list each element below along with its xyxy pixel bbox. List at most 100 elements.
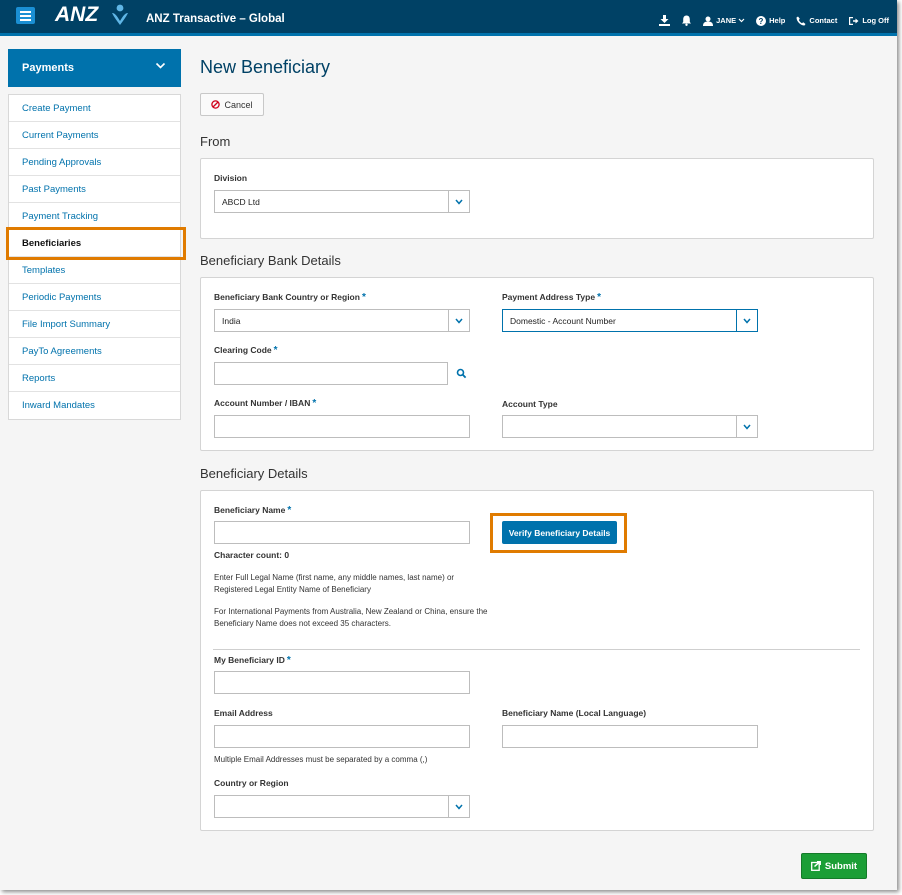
- beneficiary-name-help: Enter Full Legal Name (first name, any m…: [214, 573, 455, 594]
- bank-country-value: India: [222, 316, 241, 326]
- address-type-label-text: Payment Address Type: [502, 292, 596, 302]
- chevron-down-icon: [743, 318, 751, 324]
- account-number-label-text: Account Number / IBAN: [214, 398, 311, 408]
- help-label: Help: [769, 16, 786, 25]
- dropdown-button[interactable]: [448, 191, 469, 212]
- chevron-down-icon: [455, 318, 463, 324]
- chevron-down-icon: [738, 18, 745, 23]
- address-type-select[interactable]: Domestic - Account Number: [502, 309, 758, 332]
- email-input[interactable]: [214, 725, 470, 748]
- section-title-from: From: [200, 134, 231, 149]
- help-icon: ?: [756, 15, 767, 26]
- division-value: ABCD Ltd: [222, 197, 260, 207]
- dropdown-button[interactable]: [736, 416, 757, 437]
- phone-icon: [796, 16, 806, 25]
- page-title: New Beneficiary: [200, 57, 331, 77]
- sidebar-item-reports[interactable]: Reports: [9, 365, 180, 392]
- beneficiary-name-input[interactable]: [214, 521, 470, 544]
- anz-logo: ANZ: [55, 3, 99, 26]
- top-bar: ANZ ANZ Transactive – Global JANE ? Help…: [0, 0, 897, 36]
- user-menu[interactable]: JANE: [703, 16, 745, 26]
- beneficiary-name-label: Beneficiary Name *: [214, 505, 291, 516]
- contact-link[interactable]: Contact: [796, 16, 837, 26]
- download-icon: [659, 15, 671, 26]
- account-number-input[interactable]: [214, 415, 470, 438]
- logoff-link[interactable]: Log Off: [848, 16, 889, 26]
- required-marker: *: [286, 655, 291, 666]
- local-name-label: Beneficiary Name (Local Language): [502, 708, 647, 718]
- sidebar-item-past-payments[interactable]: Past Payments: [9, 176, 180, 203]
- highlight-box-verify: [490, 513, 627, 553]
- account-type-label: Account Type: [502, 399, 558, 409]
- bank-country-label: Beneficiary Bank Country or Region *: [214, 292, 366, 303]
- logout-icon: [849, 16, 859, 25]
- email-label: Email Address: [214, 708, 273, 718]
- my-beneficiary-id-label: My Beneficiary ID *: [214, 655, 291, 666]
- section-title-bank: Beneficiary Bank Details: [200, 253, 341, 268]
- account-number-label: Account Number / IBAN *: [214, 398, 316, 409]
- clearing-code-input[interactable]: [214, 362, 448, 385]
- submit-icon: [810, 861, 821, 871]
- required-marker: *: [361, 292, 366, 303]
- download-button[interactable]: [659, 15, 671, 26]
- bank-country-label-text: Beneficiary Bank Country or Region: [214, 292, 360, 302]
- sidebar-item-inward-mandates[interactable]: Inward Mandates: [9, 392, 180, 419]
- chevron-down-icon: [743, 424, 751, 430]
- email-help: Multiple Email Addresses must be separat…: [214, 755, 428, 764]
- bank-country-select[interactable]: India: [214, 309, 470, 332]
- sidebar-section-label: Payments: [22, 62, 74, 74]
- sidebar-item-payto-agreements[interactable]: PayTo Agreements: [9, 338, 180, 365]
- cancel-icon: [211, 100, 221, 109]
- character-count: Character count: 0: [214, 550, 290, 560]
- dropdown-button[interactable]: [448, 796, 469, 817]
- international-payments-help: For International Payments from Australi…: [214, 607, 488, 628]
- sidebar-section-payments[interactable]: Payments: [8, 49, 181, 87]
- sidebar-item-pending-approvals[interactable]: Pending Approvals: [9, 149, 180, 176]
- divider: [213, 649, 860, 650]
- sidebar-item-periodic-payments[interactable]: Periodic Payments: [9, 284, 180, 311]
- chevron-down-icon: [155, 62, 166, 69]
- submit-button[interactable]: Submit: [801, 853, 867, 879]
- sidebar-item-file-import-summary[interactable]: File Import Summary: [9, 311, 180, 338]
- notifications-button[interactable]: [681, 15, 692, 26]
- required-marker: *: [287, 505, 292, 516]
- menu-icon[interactable]: [16, 7, 35, 24]
- required-marker: *: [597, 292, 601, 303]
- user-name: JANE: [716, 16, 737, 25]
- search-icon[interactable]: [456, 368, 467, 379]
- contact-label: Contact: [809, 16, 838, 25]
- svg-text:?: ?: [759, 17, 764, 26]
- account-type-select[interactable]: [502, 415, 758, 438]
- sidebar-item-current-payments[interactable]: Current Payments: [9, 122, 180, 149]
- user-icon: [703, 16, 714, 26]
- dropdown-button[interactable]: [736, 310, 757, 331]
- sidebar-item-templates[interactable]: Templates: [9, 257, 180, 284]
- clearing-code-label-text: Clearing Code: [214, 345, 272, 355]
- my-beneficiary-id-label-text: My Beneficiary ID: [214, 655, 285, 665]
- country-region-label: Country or Region: [214, 778, 289, 788]
- country-region-select[interactable]: [214, 795, 470, 818]
- cancel-button[interactable]: Cancel: [200, 93, 264, 116]
- cancel-label: Cancel: [224, 99, 253, 110]
- sidebar-item-payment-tracking[interactable]: Payment Tracking: [9, 203, 180, 230]
- local-name-input[interactable]: [502, 725, 758, 748]
- app-window: ANZ ANZ Transactive – Global JANE ? Help…: [0, 0, 897, 890]
- chevron-down-icon: [455, 804, 463, 810]
- bell-icon: [682, 15, 692, 26]
- address-type-value: Domestic - Account Number: [510, 316, 616, 326]
- highlight-box-beneficiaries: [6, 227, 186, 260]
- anz-logo-mark-icon: [112, 4, 128, 25]
- help-link[interactable]: ? Help: [756, 15, 786, 26]
- chevron-down-icon: [455, 199, 463, 205]
- beneficiary-name-label-text: Beneficiary Name: [214, 505, 286, 515]
- required-marker: *: [312, 398, 317, 409]
- sidebar-item-create-payment[interactable]: Create Payment: [9, 95, 180, 122]
- top-actions: JANE ? Help Contact Log Off: [648, 15, 889, 26]
- division-select[interactable]: ABCD Ltd: [214, 190, 470, 213]
- address-type-label: Payment Address Type *: [502, 292, 601, 303]
- required-marker: *: [273, 345, 278, 356]
- section-title-beneficiary-details: Beneficiary Details: [200, 466, 308, 481]
- logoff-label: Log Off: [862, 16, 889, 25]
- dropdown-button[interactable]: [448, 310, 469, 331]
- my-beneficiary-id-input[interactable]: [214, 671, 470, 694]
